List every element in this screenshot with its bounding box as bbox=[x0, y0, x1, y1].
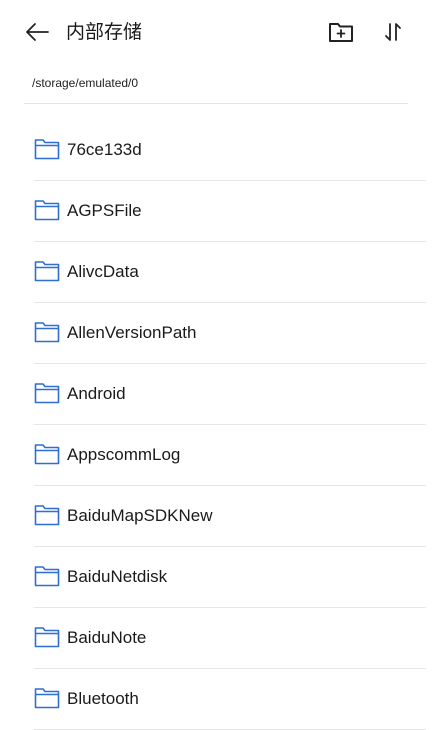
new-folder-button[interactable] bbox=[326, 17, 356, 47]
folder-outline-icon bbox=[34, 139, 60, 160]
folder-name: AllenVersionPath bbox=[67, 323, 197, 342]
folder-row[interactable]: AllenVersionPath bbox=[0, 303, 432, 364]
folder-row[interactable]: AlivcData bbox=[0, 242, 432, 303]
folder-row[interactable]: 76ce133d bbox=[0, 120, 432, 181]
folder-name: BaiduMapSDKNew bbox=[67, 506, 213, 525]
folder-name: AlivcData bbox=[67, 262, 139, 281]
arrow-left-icon bbox=[26, 23, 49, 41]
folder-plus-icon bbox=[329, 23, 353, 42]
back-button[interactable] bbox=[22, 18, 52, 46]
folder-name: BaiduNote bbox=[67, 628, 147, 647]
current-path: /storage/emulated/0 bbox=[32, 76, 139, 90]
folder-row[interactable]: Android bbox=[0, 364, 432, 425]
folder-outline-icon bbox=[34, 261, 60, 282]
folder-row[interactable]: BaiduNetdisk bbox=[0, 547, 432, 608]
sort-arrows-icon bbox=[385, 23, 401, 41]
folder-list: 76ce133d AGPSFile AlivcData AllenVersionPat… bbox=[0, 120, 432, 730]
folder-outline-icon bbox=[34, 688, 60, 709]
sort-button[interactable] bbox=[378, 17, 408, 47]
path-divider bbox=[24, 103, 408, 104]
folder-name: Android bbox=[67, 384, 126, 403]
folder-outline-icon bbox=[34, 505, 60, 526]
folder-name: BaiduNetdisk bbox=[67, 567, 168, 586]
folder-row[interactable]: AGPSFile bbox=[0, 181, 432, 242]
folder-row[interactable]: AppscommLog bbox=[0, 425, 432, 486]
folder-name: AGPSFile bbox=[67, 201, 142, 220]
folder-outline-icon bbox=[34, 200, 60, 221]
folder-outline-icon bbox=[34, 444, 60, 465]
folder-row[interactable]: Bluetooth bbox=[0, 669, 432, 730]
folder-outline-icon bbox=[34, 566, 60, 587]
folder-outline-icon bbox=[34, 322, 60, 343]
app-header: 内部存储 bbox=[0, 0, 432, 64]
folder-row[interactable]: BaiduMapSDKNew bbox=[0, 486, 432, 547]
folder-name: 76ce133d bbox=[67, 140, 142, 159]
folder-outline-icon bbox=[34, 627, 60, 648]
page-title: 内部存储 bbox=[66, 21, 143, 43]
folder-outline-icon bbox=[34, 383, 60, 404]
folder-name: AppscommLog bbox=[67, 445, 181, 464]
folder-row[interactable]: BaiduNote bbox=[0, 608, 432, 669]
folder-name: Bluetooth bbox=[67, 689, 139, 708]
